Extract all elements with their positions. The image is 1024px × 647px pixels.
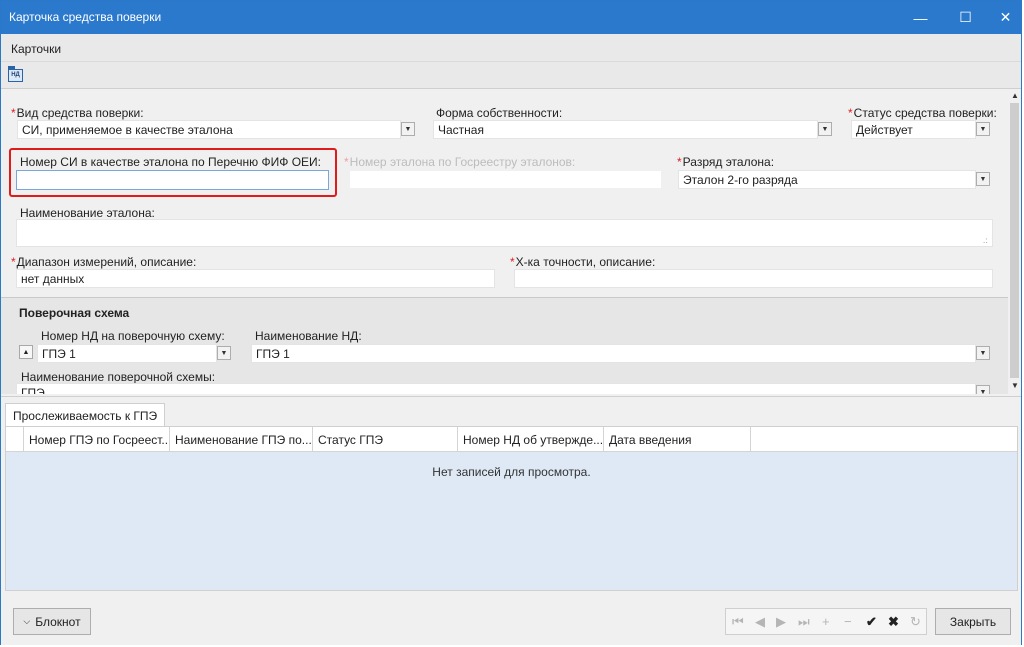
vid-select[interactable]: СИ, применяемое в качестве эталона [17, 120, 401, 139]
status-dropdown-icon[interactable]: ▼ [976, 122, 990, 136]
resize-grip-icon[interactable]: .: [983, 236, 987, 245]
delete-record-icon[interactable]: − [844, 614, 852, 629]
naim-schema-dropdown-icon[interactable]: ▼ [976, 385, 990, 394]
section-title: Поверочная схема [19, 306, 130, 320]
grid-col-header[interactable]: Статус ГПЭ [313, 427, 458, 452]
grid-col-header[interactable]: Номер НД об утвержде... [458, 427, 604, 452]
diapazon-input[interactable]: нет данных [16, 269, 495, 288]
razryad-select[interactable]: Эталон 2-го разряда [678, 170, 976, 189]
dialog-window: Карточка средства поверки — ☐ ✕ Карточки… [0, 0, 1022, 645]
naim-textarea[interactable] [16, 219, 993, 247]
title-bar: Карточка средства поверки — ☐ ✕ [1, 1, 1021, 34]
nomer-gos-input [349, 170, 662, 189]
first-record-icon[interactable]: ⏮ [732, 614, 744, 630]
minimize-button[interactable]: — [898, 1, 943, 34]
grid-col-indicator [6, 427, 24, 452]
naim-nd-label: Наименование НД: [255, 329, 362, 343]
naim-label: Наименование эталона: [20, 206, 155, 220]
bottom-bar: ⌵ Блокнот ⏮ ◀ ▶ ⏭ + − ✔ ✖ ↻ Закрыть [1, 596, 1021, 645]
close-button[interactable]: Закрыть [935, 608, 1011, 635]
xka-label: *Х-ка точности, описание: [510, 255, 656, 269]
xka-input[interactable] [514, 269, 993, 288]
next-record-icon[interactable]: ▶ [776, 614, 786, 630]
window-title: Карточка средства поверки [9, 10, 162, 24]
tab-traceability[interactable]: Прослеживаемость к ГПЭ [5, 403, 166, 427]
nomer-nd-dropdown-icon[interactable]: ▼ [217, 346, 231, 360]
close-window-button[interactable]: ✕ [983, 1, 1024, 34]
nomer-nd-select[interactable]: ГПЭ 1 [37, 344, 217, 363]
razryad-dropdown-icon[interactable]: ▼ [976, 172, 990, 186]
forma-dropdown-icon[interactable]: ▼ [818, 122, 832, 136]
maximize-button[interactable]: ☐ [943, 1, 988, 34]
nd-document-icon[interactable]: НД [8, 66, 23, 82]
grid-empty-message: Нет записей для просмотра. [432, 465, 591, 479]
traceability-grid: Номер ГПЭ по Госреест... Наименование ГП… [5, 426, 1018, 591]
last-record-icon[interactable]: ⏭ [798, 614, 810, 630]
scrollbar-thumb[interactable] [1010, 103, 1019, 378]
status-label: *Статус средства поверки: [848, 106, 997, 120]
refresh-icon[interactable]: ↻ [910, 614, 921, 630]
diapazon-label: *Диапазон измерений, описание: [11, 255, 197, 269]
notepad-label: Блокнот [35, 614, 81, 629]
collapse-up-icon[interactable]: ▲ [19, 345, 33, 359]
status-select[interactable]: Действует [851, 120, 976, 139]
nomer-si-label: Номер СИ в качестве эталона по Перечню Ф… [20, 155, 322, 169]
forma-label: Форма собственности: [436, 106, 563, 120]
menu-item-kartochki[interactable]: Карточки [11, 42, 61, 56]
nomer-nd-label: Номер НД на поверочную схему: [41, 329, 225, 343]
toolbar: НД [1, 62, 1021, 89]
naim-nd-select[interactable]: ГПЭ 1 [251, 344, 976, 363]
cancel-record-icon[interactable]: ✖ [888, 614, 899, 630]
prev-record-icon[interactable]: ◀ [755, 614, 765, 630]
naim-schema-label: Наименование поверочной схемы: [21, 370, 216, 384]
naim-schema-select[interactable]: ГПЭ [16, 383, 976, 394]
grid-header: Номер ГПЭ по Госреест... Наименование ГП… [6, 427, 1017, 452]
scroll-up-icon[interactable]: ▲ [1011, 91, 1019, 100]
naim-nd-dropdown-icon[interactable]: ▼ [976, 346, 990, 360]
nomer-gos-label: *Номер эталона по Госреестру эталонов: [344, 155, 576, 169]
nomer-si-input[interactable] [16, 170, 329, 190]
add-record-icon[interactable]: + [822, 614, 830, 629]
vid-dropdown-icon[interactable]: ▼ [401, 122, 415, 136]
grid-col-header[interactable]: Номер ГПЭ по Госреест... [24, 427, 170, 452]
scroll-down-icon[interactable]: ▼ [1011, 381, 1019, 390]
poverka-section: Поверочная схема Номер НД на поверочную … [1, 297, 1008, 394]
notepad-button[interactable]: ⌵ Блокнот [13, 608, 91, 635]
grid-col-header[interactable]: Дата введения [604, 427, 751, 452]
forma-select[interactable]: Частная [433, 120, 818, 139]
tab-bar: Прослеживаемость к ГПЭ [1, 396, 1021, 427]
chevron-down-icon: ⌵ [23, 616, 31, 626]
record-navigator: ⏮ ◀ ▶ ⏭ + − ✔ ✖ ↻ [725, 608, 927, 635]
card-form: *Вид средства поверки: СИ, применяемое в… [1, 89, 1008, 394]
save-record-icon[interactable]: ✔ [866, 614, 877, 630]
form-scrollbar[interactable]: ▲ ▼ [1008, 89, 1021, 394]
vid-label: *Вид средства поверки: [11, 106, 144, 120]
razryad-label: *Разряд эталона: [677, 155, 775, 169]
grid-col-header[interactable]: Наименование ГПЭ по... [170, 427, 313, 452]
menu-bar: Карточки [1, 34, 1021, 62]
